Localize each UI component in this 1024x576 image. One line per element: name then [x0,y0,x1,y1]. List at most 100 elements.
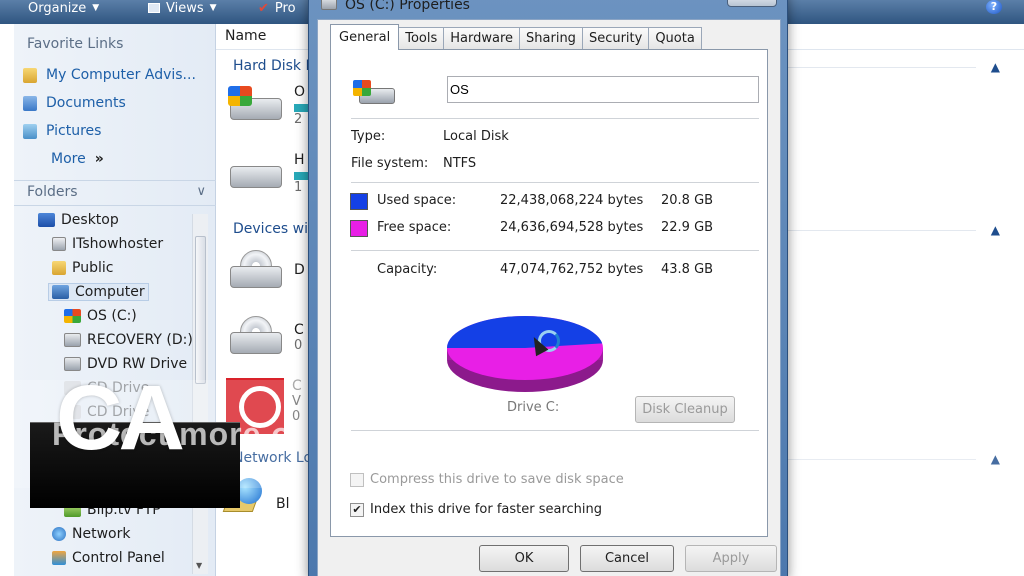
group-removable-storage[interactable]: Devices wit [233,221,313,237]
network-icon [52,527,66,541]
file-system-value: NTFS [443,156,477,171]
checkmark-icon[interactable]: ✔ [350,502,364,517]
tree-item-label: Public [72,260,114,276]
tab-sharing[interactable]: Sharing [519,27,583,49]
compress-drive-checkbox[interactable]: Compress this drive to save disk space [350,472,624,487]
tree-item-drive-d[interactable]: RECOVERY (D:) [64,332,193,348]
used-space-label: Used space: [377,193,457,208]
disk-cleanup-button[interactable]: Disk Cleanup [635,396,735,423]
dvd-drive-icon [226,250,286,294]
tab-security[interactable]: Security [581,27,650,49]
group-hard-disk-drives[interactable]: Hard Disk D [233,58,316,74]
tab-tools[interactable]: Tools [398,27,445,49]
tree-item-drive-c[interactable]: OS (C:) [64,308,137,324]
capacity-bytes: 47,074,762,752 bytes [500,262,644,277]
tree-item-label: Desktop [61,212,119,228]
tree-item-network[interactable]: Network [52,526,130,542]
tree-item-desktop[interactable]: Desktop [38,212,119,228]
general-tab-panel: Type: Local Disk File system: NTFS Used … [330,49,768,537]
divider [351,118,759,119]
used-space-gb: 20.8 GB [661,193,714,208]
organize-menu[interactable]: Organize ▼ [28,0,99,16]
tree-item-label: Control Panel [72,550,165,566]
free-space-gb: 22.9 GB [661,220,714,235]
dialog-client-area: General Tools Hardware Sharing Security … [317,19,781,576]
folders-heading: Folders [27,184,78,200]
documents-icon [23,95,37,111]
organize-label: Organize [28,0,87,16]
pie-used-slice [447,316,603,348]
folders-toggle[interactable]: Folders ∨ [14,180,216,206]
watermark-logo: CA [56,367,185,469]
drive-name-input[interactable] [447,76,759,103]
capacity-label: Capacity: [377,262,438,277]
views-icon [148,3,160,13]
list-item-drive-os[interactable]: O 2 [226,82,308,127]
help-icon[interactable]: ? [986,0,1002,14]
favorite-link-label: My Computer Advis... [46,67,196,83]
scrollbar-thumb[interactable] [195,236,206,384]
list-item-drive-recovery[interactable]: H 1 [226,150,308,195]
list-item-label: Bl [276,496,290,512]
usage-bar [294,104,308,112]
divider [351,250,759,251]
ok-button[interactable]: OK [479,545,569,572]
check-icon: ✔ [258,0,269,16]
free-space-bytes: 24,636,694,528 bytes [500,220,644,235]
cd-drive-icon [226,316,286,360]
tree-item-computer[interactable]: Computer [48,283,149,301]
chevron-down-icon: ▼ [92,3,100,13]
list-item-dvd-drive[interactable]: D [226,250,305,294]
hard-drive-icon [226,82,286,126]
tab-general[interactable]: General [330,24,400,50]
chevron-down-icon: ∨ [196,184,206,199]
list-item-label: O [294,84,306,100]
usage-bar [294,172,308,180]
favorite-link-documents[interactable]: Documents [23,95,126,111]
views-menu[interactable]: Views ▼ [148,0,217,16]
tab-quota[interactable]: Quota [648,27,702,49]
free-space-swatch [350,220,368,237]
properties-dialog: OS (C:) Properties General Tools Hardwar… [308,0,788,576]
properties-label: Pro [274,0,296,16]
used-space-swatch [350,193,368,210]
list-item-label: D [294,262,305,278]
scroll-down-icon[interactable]: ▼ [196,561,202,570]
list-item-sub: 1 [294,180,303,195]
favorite-link-my-computer-advisor[interactable]: My Computer Advis... [23,67,196,83]
list-item-cd-drive[interactable]: C 0 [226,316,304,360]
more-links[interactable]: More » [51,151,104,167]
list-item-sub: 2 [294,112,303,127]
type-label: Type: [351,129,386,144]
index-drive-checkbox[interactable]: ✔ Index this drive for faster searching [350,502,602,517]
hard-drive-icon [353,76,395,106]
group-divider [776,230,976,231]
tree-item-user[interactable]: ITshowhoster [52,236,163,252]
tree-item-control-panel[interactable]: Control Panel [52,550,165,566]
list-item-label: H [294,152,305,168]
tab-strip: General Tools Hardware Sharing Security … [330,24,702,50]
tree-item-label: OS (C:) [87,308,137,324]
properties-button[interactable]: ✔ Pro [258,0,296,16]
type-value: Local Disk [443,129,509,144]
collapse-chevron-icon[interactable]: ▲ [991,60,1000,74]
close-button[interactable] [727,0,777,7]
tree-item-public[interactable]: Public [52,260,113,276]
drive-caption: Drive C: [507,400,560,415]
tab-hardware[interactable]: Hardware [443,27,521,49]
list-item-label: C [294,322,304,338]
divider [351,182,759,183]
views-label: Views [166,0,204,16]
group-divider [776,67,976,68]
cancel-button[interactable]: Cancel [580,545,674,572]
checkbox-box[interactable] [350,472,364,487]
apply-button[interactable]: Apply [685,545,777,572]
collapse-chevron-icon[interactable]: ▲ [991,223,1000,237]
hard-drive-icon [64,309,81,323]
dialog-title: OS (C:) Properties [345,0,470,13]
hard-drive-icon [226,150,286,194]
computer-icon [52,285,69,299]
hard-drive-icon [64,333,81,347]
chevron-down-icon: ▼ [209,3,217,13]
favorite-link-pictures[interactable]: Pictures [23,123,101,139]
